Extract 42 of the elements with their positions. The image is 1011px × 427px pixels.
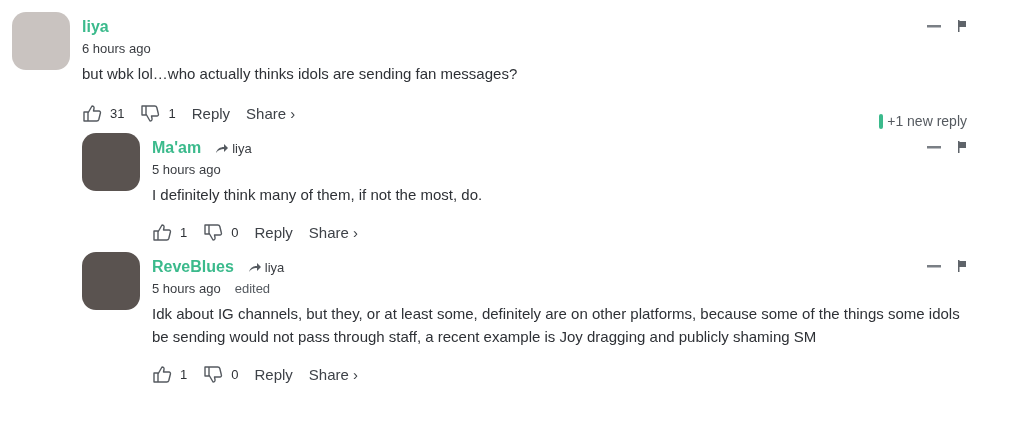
avatar-photo: [82, 252, 140, 310]
replied-to-user[interactable]: liya: [264, 259, 285, 275]
upvote-button[interactable]: 1: [152, 223, 188, 242]
timestamp[interactable]: 6 hours ago: [82, 41, 151, 56]
downvote-button[interactable]: 0: [203, 223, 239, 242]
timestamp[interactable]: 5 hours ago: [152, 281, 221, 296]
share-button[interactable]: Share ›: [308, 366, 359, 383]
replied-to-user[interactable]: liya: [232, 140, 252, 156]
thumbs-up-icon: [152, 365, 172, 384]
edited-label: edited: [234, 281, 271, 296]
reply-arrow-icon: [247, 261, 262, 273]
thumbs-down-icon: [140, 104, 161, 123]
share-button[interactable]: Share ›: [246, 105, 296, 122]
flag-button[interactable]: [957, 258, 967, 274]
comment-text: I definitely think many of them, if not the most, do.: [152, 185, 484, 205]
upvote-button[interactable]: 31: [82, 104, 125, 123]
avatar-photo: [82, 133, 140, 191]
reply-button[interactable]: Reply: [191, 105, 231, 122]
reply-arrow-icon: [215, 142, 230, 154]
share-button[interactable]: Share ›: [308, 224, 359, 241]
minus-icon: [927, 145, 941, 149]
new-replies-button[interactable]: +1 new reply: [879, 113, 967, 129]
comment-text: but wbk lol…who actually thinks idols are sending fan messages?: [82, 64, 519, 84]
downvote-button[interactable]: 1: [140, 104, 176, 123]
flag-button[interactable]: [957, 18, 967, 34]
minus-icon: [927, 264, 941, 268]
minus-icon: [927, 24, 941, 28]
thumbs-down-icon: [203, 223, 224, 242]
avatar-photo: [12, 12, 70, 70]
downvote-button[interactable]: 0: [203, 365, 239, 384]
thumbs-down-icon: [203, 365, 224, 384]
flag-icon: [957, 141, 967, 153]
timestamp[interactable]: 5 hours ago: [152, 162, 221, 177]
flag-icon: [957, 260, 967, 272]
upvote-button[interactable]: 1: [152, 365, 188, 384]
thumbs-up-icon: [82, 104, 102, 123]
thumbs-up-icon: [152, 223, 172, 242]
reply-button[interactable]: Reply: [254, 224, 293, 241]
flag-icon: [957, 20, 967, 32]
flag-button[interactable]: [957, 139, 967, 155]
reply-button[interactable]: Reply: [254, 366, 293, 383]
comment-text: Idk about IG channels, but they, or at least some, definitely are on other platforms, because some of the things some idols be sending would not pass through staff, a recent example is Joy dragging and publicly shaming SM: [152, 304, 961, 347]
